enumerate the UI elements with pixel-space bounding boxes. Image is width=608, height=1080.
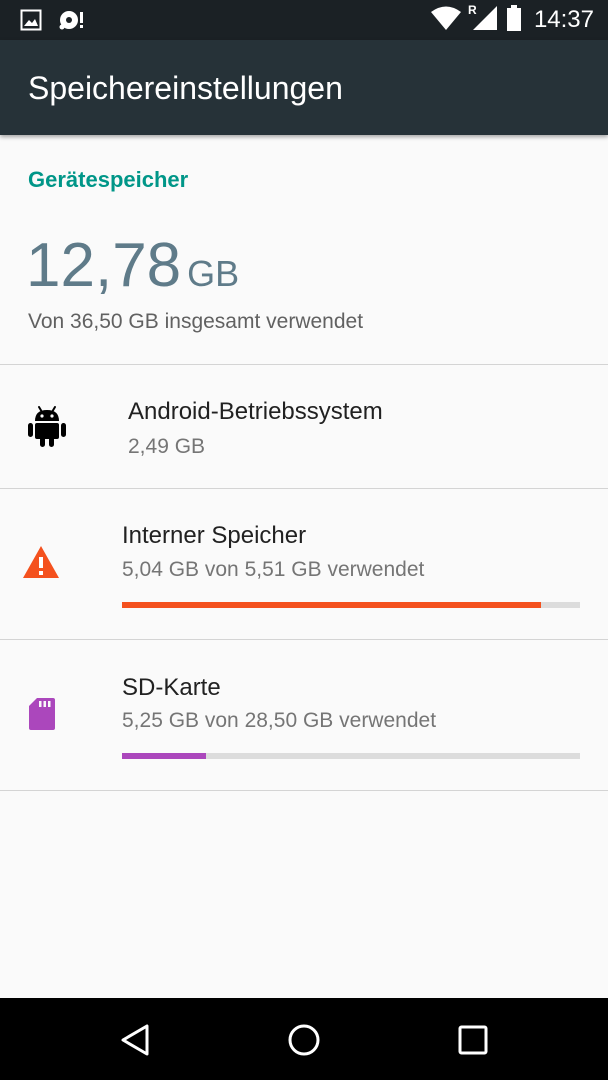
section-header-device-storage: Gerätespeicher	[28, 167, 189, 192]
list-item-android-os[interactable]: Android-Betriebssystem 2,49 GB	[0, 365, 608, 488]
app-bar: Speichereinstellungen	[0, 40, 608, 135]
divider	[0, 790, 608, 791]
home-icon[interactable]	[282, 1018, 326, 1062]
list-item-internal-storage[interactable]: Interner Speicher 5,04 GB von 5,51 GB ve…	[0, 489, 608, 639]
storage-used-value: 12,78 GB	[26, 230, 239, 301]
back-icon[interactable]	[114, 1018, 158, 1062]
storage-used-number: 12,78	[26, 231, 182, 300]
status-time: 14:37	[533, 6, 594, 33]
list-item-title: Interner Speicher	[122, 522, 307, 549]
storage-usage-bar	[122, 753, 580, 759]
storage-used-unit: GB	[187, 253, 240, 294]
status-bar: R 14:37	[0, 0, 608, 40]
navigation-bar	[0, 998, 608, 1080]
list-item-subtitle: 5,25 GB von 28,50 GB verwendet	[122, 709, 437, 732]
battery-icon	[506, 4, 522, 36]
storage-summary-text: Von 36,50 GB insgesamt verwendet	[28, 310, 364, 333]
list-item-title: Android-Betriebssystem	[128, 398, 383, 425]
list-item-sd-card[interactable]: SD-Karte 5,25 GB von 28,50 GB verwendet	[0, 640, 608, 790]
list-item-title: SD-Karte	[122, 674, 221, 701]
storage-usage-bar	[122, 602, 580, 608]
storage-usage-fill	[122, 753, 207, 759]
android-icon	[28, 405, 66, 452]
list-item-subtitle: 2,49 GB	[128, 435, 206, 458]
recents-icon[interactable]	[451, 1018, 495, 1062]
warning-icon	[22, 545, 60, 584]
storage-usage-fill	[122, 602, 542, 608]
wifi-icon	[430, 5, 462, 36]
list-item-subtitle: 5,04 GB von 5,51 GB verwendet	[122, 558, 425, 581]
roaming-label: R	[467, 2, 477, 17]
sync-alert-icon	[58, 9, 86, 36]
signal-roaming-icon: R	[467, 2, 498, 36]
page-title: Speichereinstellungen	[28, 70, 343, 106]
sd-card-icon	[28, 697, 56, 736]
image-icon	[20, 9, 42, 36]
